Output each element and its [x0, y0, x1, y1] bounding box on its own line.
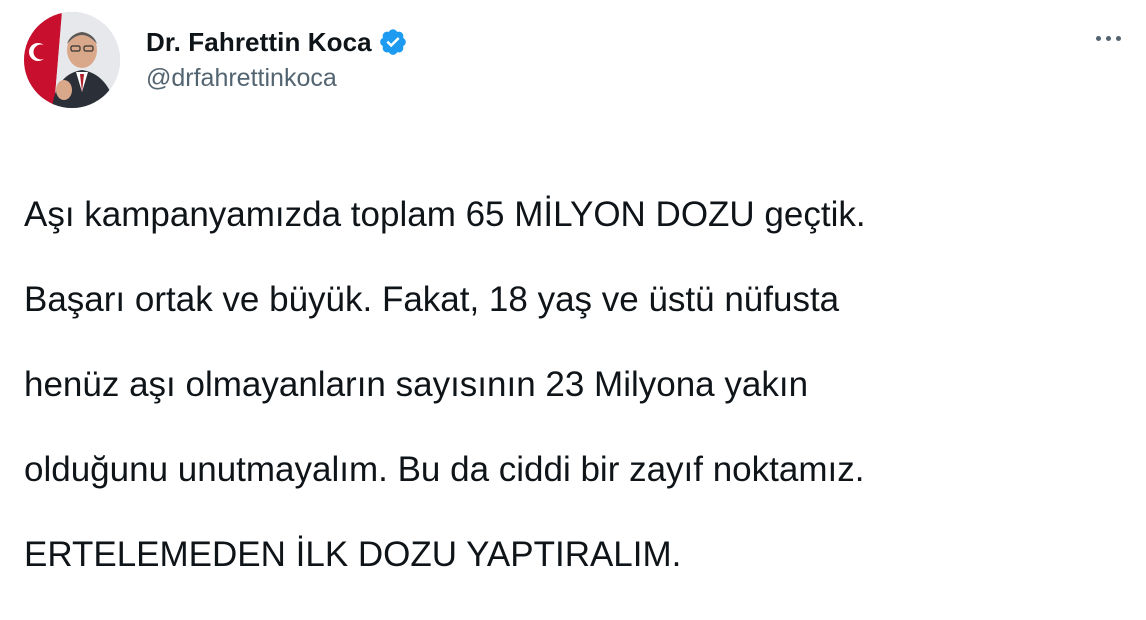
more-horizontal-icon — [1105, 35, 1111, 41]
tweet-text-line: olduğunu unutmayalım. Bu da ciddi bir za… — [24, 450, 865, 490]
more-horizontal-icon — [1115, 35, 1121, 41]
tweet-text-line: Aşı kampanyamızda toplam 65 MİLYON DOZU … — [24, 194, 866, 234]
tweet-text-line: ERTELEMEDEN İLK DOZU YAPTIRALIM. — [24, 535, 682, 575]
tweet-text-line: Başarı ortak ve büyük. Fakat, 18 yaş ve … — [24, 279, 840, 319]
display-name[interactable]: Dr. Fahrettin Koca — [146, 27, 372, 58]
verified-badge-icon — [378, 27, 408, 57]
more-horizontal-icon — [1095, 35, 1101, 41]
handle[interactable]: @drfahrettinkoca — [146, 64, 408, 93]
avatar[interactable] — [24, 12, 120, 108]
avatar-photo-icon — [24, 12, 120, 108]
name-row: Dr. Fahrettin Koca — [146, 24, 408, 60]
tweet-text: Aşı kampanyamızda toplam 65 MİLYON DOZU … — [24, 151, 1136, 620]
more-options-button[interactable] — [1088, 22, 1128, 54]
tweet-card: Dr. Fahrettin Koca @drfahrettinkoca Aşı … — [0, 0, 1146, 574]
tweet-author: Dr. Fahrettin Koca @drfahrettinkoca — [146, 24, 408, 93]
tweet-text-line: henüz aşı olmayanların sayısının 23 Mily… — [24, 364, 809, 404]
